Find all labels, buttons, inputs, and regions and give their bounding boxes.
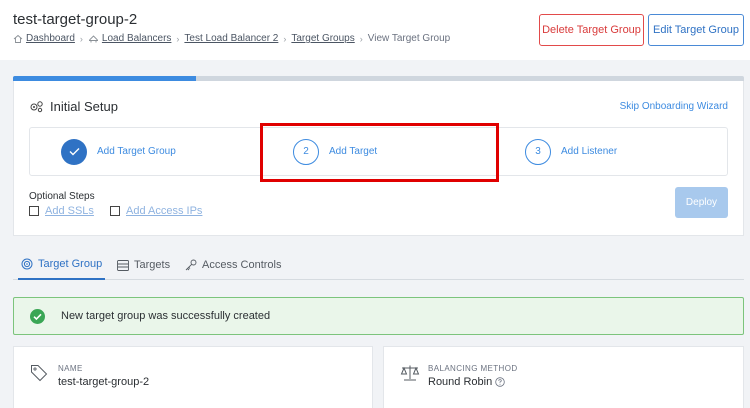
balancing-method-value: Round Robin [428, 376, 505, 388]
tab-label: Access Controls [202, 259, 282, 271]
breadcrumb-dashboard[interactable]: Dashboard [26, 33, 75, 44]
breadcrumb-target-groups[interactable]: Target Groups [291, 33, 354, 44]
step-label: Add Target Group [97, 146, 176, 157]
add-access-ips-option[interactable]: Add Access IPs [110, 205, 202, 217]
name-value: test-target-group-2 [58, 376, 150, 388]
step-number: 3 [525, 138, 551, 165]
add-ssls-checkbox[interactable] [29, 206, 39, 216]
page-header: test-target-group-2 Dashboard › Load Bal… [0, 0, 750, 60]
breadcrumb: Dashboard › Load Balancers › Test Load B… [13, 33, 450, 44]
balance-scale-icon [400, 365, 420, 381]
step-complete-check [61, 138, 87, 165]
delete-target-group-button[interactable]: Delete Target Group [539, 14, 644, 46]
success-alert: New target group was successfully create… [13, 297, 744, 335]
initial-setup-title: Initial Setup [50, 99, 118, 114]
add-access-ips-link[interactable]: Add Access IPs [126, 205, 202, 217]
skip-onboarding-link[interactable]: Skip Onboarding Wizard [620, 101, 728, 112]
check-circle-icon [30, 308, 45, 324]
name-label: NAME [58, 364, 83, 373]
edit-target-group-button[interactable]: Edit Target Group [648, 14, 744, 46]
chevron-right-icon: › [283, 33, 287, 44]
tag-icon [31, 365, 48, 382]
tab-bar: Target Group Targets Access Controls [13, 250, 744, 280]
breadcrumb-load-balancers[interactable]: Load Balancers [102, 33, 172, 44]
page-title: test-target-group-2 [13, 11, 138, 28]
target-icon [21, 258, 33, 270]
tab-label: Target Group [38, 258, 103, 270]
name-card: NAME test-target-group-2 [13, 346, 373, 408]
optional-steps-label: Optional Steps [29, 191, 95, 202]
add-ssls-link[interactable]: Add SSLs [45, 205, 94, 217]
balancing-method-label: BALANCING METHOD [428, 364, 518, 373]
check-icon [69, 148, 79, 156]
server-icon [117, 259, 129, 271]
tab-target-group[interactable]: Target Group [18, 250, 106, 280]
deploy-button[interactable]: Deploy [675, 187, 728, 218]
step-add-target-group[interactable]: Add Target Group [61, 128, 176, 175]
alert-message: New target group was successfully create… [61, 310, 271, 322]
step-label: Add Listener [561, 146, 618, 157]
highlight-box [260, 123, 499, 182]
add-ssls-option[interactable]: Add SSLs [29, 205, 94, 217]
gears-icon [30, 101, 43, 113]
chevron-right-icon: › [79, 33, 83, 44]
chevron-right-icon: › [359, 33, 363, 44]
breadcrumb-load-balancer[interactable]: Test Load Balancer 2 [184, 33, 278, 44]
initial-setup-heading: Initial Setup [29, 99, 118, 114]
tab-targets[interactable]: Targets [117, 250, 170, 280]
breadcrumb-current: View Target Group [367, 33, 451, 44]
chevron-right-icon: › [176, 33, 180, 44]
tab-label: Targets [134, 259, 171, 271]
key-icon [185, 259, 197, 271]
load-balancer-icon [88, 34, 98, 42]
balancing-method-text: Round Robin [428, 376, 493, 388]
help-circle-icon[interactable] [495, 377, 505, 387]
balancing-method-card: BALANCING METHOD Round Robin [383, 346, 744, 408]
tab-access-controls[interactable]: Access Controls [185, 250, 281, 280]
home-icon [13, 34, 23, 43]
add-access-ips-checkbox[interactable] [110, 206, 120, 216]
step-add-listener[interactable]: 3 Add Listener [525, 128, 617, 175]
